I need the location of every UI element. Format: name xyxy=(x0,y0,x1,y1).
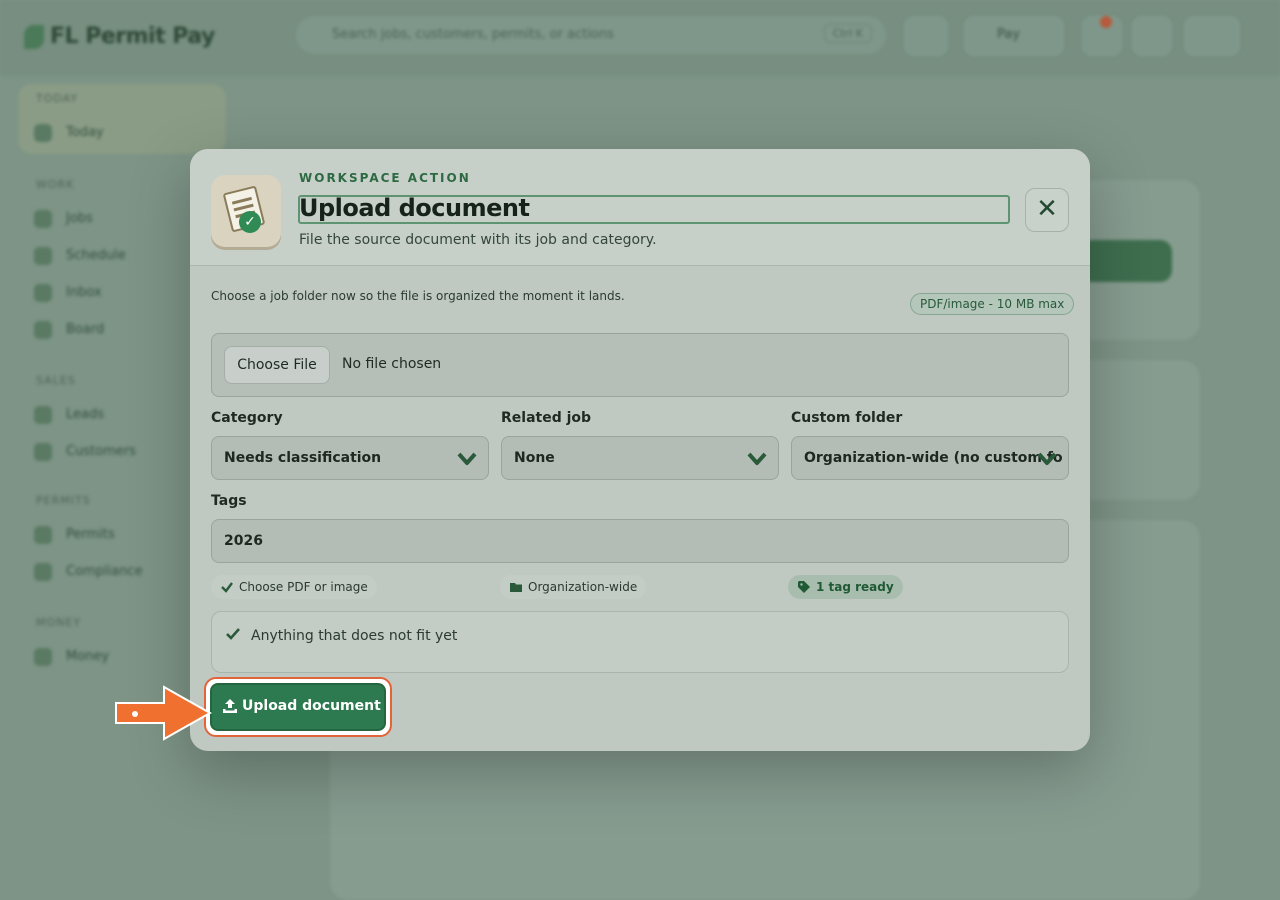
file-input[interactable]: Choose File No file chosen xyxy=(211,333,1069,397)
chevron-down-icon xyxy=(1037,452,1057,465)
top-bar: FL Permit Pay Search jobs, customers, pe… xyxy=(0,0,1280,76)
category-select[interactable]: Needs classification xyxy=(211,436,489,480)
custom-folder-label: Custom folder xyxy=(791,410,903,426)
category-label: Category xyxy=(211,410,283,426)
category-description: Anything that does not fit yet xyxy=(211,611,1069,673)
upload-document-dialog: ✓ WORKSPACE ACTION Upload document File … xyxy=(190,149,1090,751)
check-icon xyxy=(221,582,233,593)
close-button[interactable]: ✕ xyxy=(1025,188,1069,232)
choose-file-button[interactable]: Choose File xyxy=(224,346,330,384)
category-description-text: Anything that does not fit yet xyxy=(251,628,458,644)
custom-folder-value: Organization-wide (no custom fo xyxy=(804,450,1063,466)
file-limit-badge: PDF/image - 10 MB max xyxy=(910,293,1075,315)
folder-hint: Choose a job folder now so the file is o… xyxy=(211,289,625,303)
search-shortcut-hint: Ctrl K xyxy=(823,24,872,43)
dialog-eyebrow: WORKSPACE ACTION xyxy=(299,171,471,185)
folder-status-pill: Organization-wide xyxy=(500,575,647,599)
file-status: No file chosen xyxy=(342,356,442,372)
related-job-label: Related job xyxy=(501,410,592,426)
quick-action-icon[interactable] xyxy=(902,14,950,58)
related-job-select[interactable]: None xyxy=(501,436,779,480)
sidebar-item-today[interactable]: Today xyxy=(18,116,226,150)
tags-input[interactable]: 2026 xyxy=(211,519,1069,563)
upload-icon xyxy=(223,699,237,713)
document-icon: ✓ xyxy=(211,175,281,247)
app-logo: FL Permit Pay xyxy=(24,24,215,49)
user-chip[interactable]: Pay xyxy=(962,14,1066,58)
related-job-value: None xyxy=(514,450,555,466)
avatar[interactable] xyxy=(1182,14,1242,58)
sidebar-section-money: MONEY xyxy=(36,616,82,629)
chevron-down-icon xyxy=(457,452,477,465)
dialog-header: ✓ WORKSPACE ACTION Upload document File … xyxy=(190,149,1090,266)
pointer-arrow-icon xyxy=(115,685,213,741)
tags-label: Tags xyxy=(211,493,247,509)
tag-icon xyxy=(798,581,810,593)
upload-document-button[interactable]: Upload document xyxy=(204,677,392,737)
sidebar-section-work: WORK xyxy=(36,178,75,191)
help-icon[interactable] xyxy=(1130,14,1174,58)
category-value: Needs classification xyxy=(224,450,382,466)
check-icon xyxy=(226,628,240,640)
sidebar-section-permits: PERMITS xyxy=(36,494,91,507)
tags-status-pill: 1 tag ready xyxy=(788,575,903,599)
sidebar-section-today: TODAY xyxy=(36,92,79,105)
custom-folder-select[interactable]: Organization-wide (no custom fo xyxy=(791,436,1069,480)
dialog-title: Upload document xyxy=(299,194,530,222)
background-primary-button xyxy=(1080,240,1172,282)
folder-icon xyxy=(510,583,522,592)
file-status-pill: Choose PDF or image xyxy=(211,575,377,599)
sidebar-section-sales: SALES xyxy=(36,374,76,387)
notification-badge xyxy=(1100,16,1112,28)
global-search-input[interactable]: Search jobs, customers, permits, or acti… xyxy=(296,16,886,54)
dialog-subtitle: File the source document with its job an… xyxy=(299,232,657,248)
chevron-down-icon xyxy=(747,452,767,465)
upload-button-label: Upload document xyxy=(242,698,381,714)
